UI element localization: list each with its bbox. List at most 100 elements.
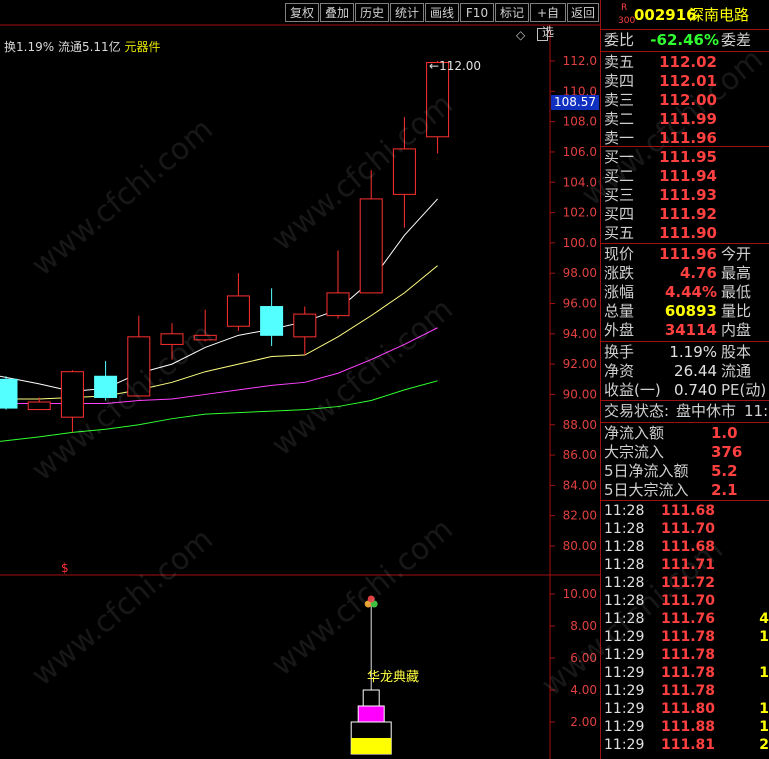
tick-row[interactable]: 11:29 111.81 2 <box>601 736 769 754</box>
ask-level-row[interactable]: 卖三 112.00 <box>601 91 769 110</box>
price-tick-label: 94.00 <box>563 327 597 341</box>
price-tick-label: 106.0 <box>563 145 597 159</box>
tick-row[interactable]: 11:28 111.68 <box>601 538 769 556</box>
mark-button[interactable]: 标记 <box>495 3 529 22</box>
price-axis: 112.0110.0108.0106.0104.0102.0100.098.00… <box>550 54 597 553</box>
tick-volume: 1 <box>759 665 769 681</box>
tick-row[interactable]: 11:28 111.72 <box>601 574 769 592</box>
ask-level-price: 111.99 <box>659 110 717 128</box>
tick-row[interactable]: 11:28 111.76 4 <box>601 610 769 628</box>
tick-row[interactable]: 11:29 111.78 1 <box>601 664 769 682</box>
bid-level-label: 买五 <box>604 224 635 242</box>
bid-level-row[interactable]: 买五 111.90 <box>601 224 769 243</box>
tick-row[interactable]: 11:28 111.70 <box>601 592 769 610</box>
bid-level-label: 买三 <box>604 186 635 204</box>
price-tick-label: 112.0 <box>563 54 597 68</box>
tick-price: 111.70 <box>660 593 715 609</box>
stock-name: 深南电路 <box>689 6 750 24</box>
bid-level-row[interactable]: 买四 111.92 <box>601 205 769 224</box>
tick-row[interactable]: 11:28 111.68 <box>601 502 769 520</box>
tick-volume: 1 <box>759 629 769 645</box>
candle-body <box>326 292 350 317</box>
fundamental-row: 收益(一) 0.740 PE(动) <box>601 381 769 400</box>
tick-price: 111.80 <box>660 701 715 717</box>
window-toggle-icon[interactable] <box>537 28 548 41</box>
bid-level-price: 111.90 <box>659 224 717 242</box>
flow-row: 5日大宗流入 2.1 <box>601 481 769 500</box>
statistics-button[interactable]: 统计 <box>390 3 424 22</box>
fundamental-label: 换手 <box>604 343 635 361</box>
weibi-value: -62.46% <box>650 31 719 49</box>
tick-time: 11:29 <box>604 719 645 735</box>
candle-body <box>293 313 317 338</box>
dollar-signal-icon: $ <box>61 561 69 575</box>
weicha-label: 委差 <box>721 31 752 49</box>
f10-button[interactable]: F10 <box>460 3 494 22</box>
bid-level-label: 买四 <box>604 205 635 223</box>
ask-level-label: 卖四 <box>604 72 635 90</box>
tick-time: 11:29 <box>604 683 645 699</box>
draw-line-button[interactable]: 画线 <box>425 3 459 22</box>
history-button[interactable]: 历史 <box>355 3 389 22</box>
overlay-button[interactable]: 叠加 <box>320 3 354 22</box>
ask-level-row[interactable]: 卖五 112.02 <box>601 53 769 72</box>
chart-toolbar: 复权 叠加 历史 统计 画线 F10 标记 +自选 返回 <box>0 0 600 39</box>
diamond-icon[interactable]: ◇ <box>516 28 525 42</box>
divider <box>601 51 769 52</box>
float-text: 流通5.11亿 <box>57 40 121 54</box>
tick-row[interactable]: 11:29 111.78 <box>601 646 769 664</box>
bid-level-row[interactable]: 买一 111.95 <box>601 148 769 167</box>
quote-panel: R 300 002916 深南电路 委比 -62.46% 委差 卖五 112.0… <box>601 0 769 759</box>
tick-row[interactable]: 11:28 111.71 <box>601 556 769 574</box>
price-tick-label: 86.00 <box>563 448 597 462</box>
tick-row[interactable]: 11:29 111.78 <box>601 682 769 700</box>
tick-row[interactable]: 11:29 111.80 1 <box>601 700 769 718</box>
tick-price: 111.78 <box>660 629 715 645</box>
bid-level-row[interactable]: 买三 111.93 <box>601 186 769 205</box>
trade-status-row: 交易状态: 盘中休市 11:3 <box>601 402 769 421</box>
quote-row: 总量 60893 量比 <box>601 302 769 321</box>
tick-price: 111.68 <box>660 503 715 519</box>
fuquan-button[interactable]: 复权 <box>285 3 319 22</box>
stock-header: R 300 002916 深南电路 <box>601 3 769 29</box>
add-watchlist-button[interactable]: +自选 <box>530 3 566 39</box>
quote-label: 涨跌 <box>604 264 635 282</box>
divider <box>601 422 769 423</box>
quote-row: 涨跌 4.76 最高 <box>601 264 769 283</box>
bid-level-price: 111.94 <box>659 167 717 185</box>
candle-body <box>359 198 383 294</box>
price-tick-label: 96.00 <box>563 297 597 311</box>
tick-price: 111.78 <box>660 647 715 663</box>
tick-time: 11:28 <box>604 575 645 591</box>
ask-level-row[interactable]: 卖二 111.99 <box>601 110 769 129</box>
bid-level-price: 111.95 <box>659 148 717 166</box>
high-price-marker: ←112.00 <box>429 59 482 73</box>
price-tick-label: 90.00 <box>563 387 597 401</box>
flow-value: 5.2 <box>711 462 738 480</box>
quote-row: 外盘 34114 内盘 <box>601 321 769 340</box>
weibi-label: 委比 <box>604 31 635 49</box>
tick-price: 111.81 <box>660 737 715 753</box>
candle-body <box>226 295 250 327</box>
ask-level-row[interactable]: 卖四 112.01 <box>601 72 769 91</box>
price-tick-label: 108.0 <box>563 115 597 129</box>
quote-label: 涨幅 <box>604 283 635 301</box>
tick-row[interactable]: 11:28 111.70 <box>601 520 769 538</box>
bid-level-row[interactable]: 买二 111.94 <box>601 167 769 186</box>
current-price-tag: 108.57 <box>551 95 599 110</box>
fundamental-label: 净资 <box>604 362 635 380</box>
flow-label: 5日净流入额 <box>604 462 689 480</box>
back-button[interactable]: 返回 <box>567 3 599 22</box>
tick-time: 11:28 <box>604 503 645 519</box>
fundamental-label-2: PE(动) <box>721 381 767 399</box>
tick-row[interactable]: 11:29 111.78 1 <box>601 628 769 646</box>
tick-volume: 1 <box>759 719 769 735</box>
quote-value: 4.76 <box>679 264 717 282</box>
tick-price: 111.70 <box>660 521 715 537</box>
quote-value: 60893 <box>664 302 717 320</box>
candle-body <box>260 306 284 336</box>
tick-row[interactable]: 11:29 111.88 1 <box>601 718 769 736</box>
tick-volume: 2 <box>759 737 769 753</box>
divider <box>601 243 769 244</box>
divider <box>601 146 769 147</box>
